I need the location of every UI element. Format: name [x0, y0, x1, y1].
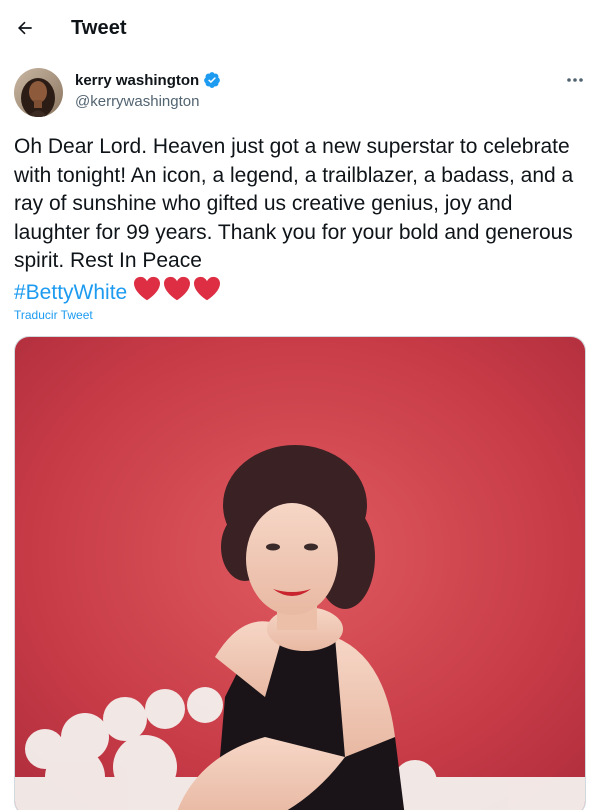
verified-badge-icon	[204, 72, 221, 88]
portrait-photo	[15, 337, 585, 810]
author-name-row: kerry washington	[75, 71, 221, 89]
tweet-text: Oh Dear Lord. Heaven just got a new supe…	[14, 133, 584, 307]
red-heart-icon	[134, 276, 161, 300]
red-heart-icon	[164, 276, 191, 300]
avatar[interactable]	[14, 68, 63, 117]
translate-tweet-link[interactable]: Traducir Tweet	[14, 308, 93, 322]
author-name[interactable]: kerry washington	[75, 72, 199, 89]
emoji-group	[133, 276, 221, 302]
arrow-left-icon	[18, 21, 32, 35]
red-heart-icon	[194, 276, 221, 300]
page-header: Tweet	[0, 0, 590, 58]
hashtag-link[interactable]: #BettyWhite	[14, 281, 127, 304]
author-handle[interactable]: @kerrywashington	[75, 93, 199, 110]
avatar-image	[14, 68, 63, 117]
page-title: Tweet	[71, 17, 127, 39]
tweet-media-image[interactable]	[14, 336, 586, 810]
back-button[interactable]	[10, 13, 40, 43]
tweet-page: Tweet kerry washington @kerrywashington	[0, 0, 590, 810]
tweet-body: Oh Dear Lord. Heaven just got a new supe…	[14, 135, 580, 272]
more-options-button[interactable]	[562, 69, 588, 91]
more-horizontal-icon	[567, 78, 583, 82]
